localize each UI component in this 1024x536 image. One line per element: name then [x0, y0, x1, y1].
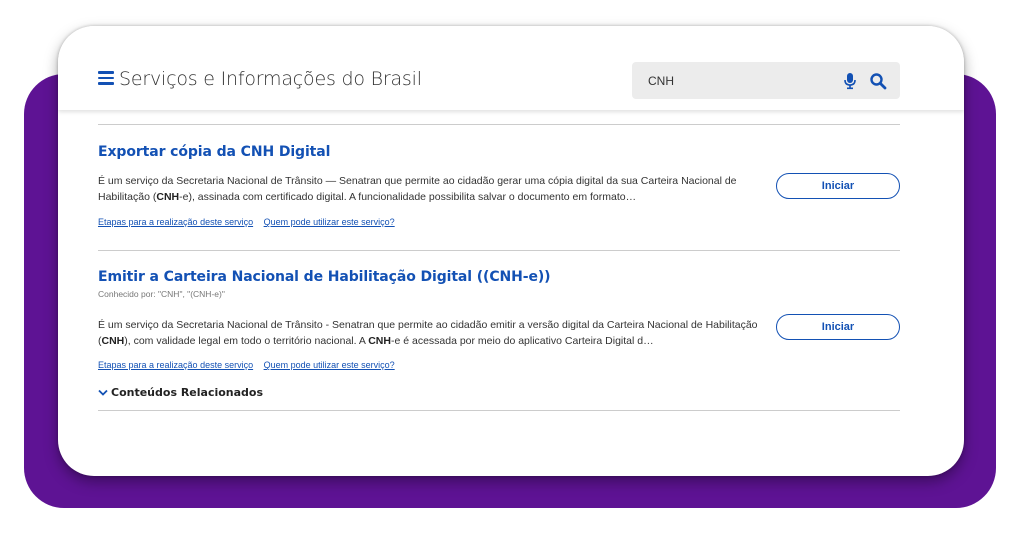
- browser-card: Serviços e Informações do Brasil Exporta…: [58, 26, 964, 476]
- microphone-icon[interactable]: [843, 72, 857, 90]
- result-description: É um serviço da Secretaria Nacional de T…: [98, 175, 737, 203]
- related-content-toggle[interactable]: Conteúdos Relacionados: [98, 386, 263, 399]
- divider: [98, 410, 900, 411]
- known-as-text: Conhecido por: "CNH", "(CNH-e)": [98, 289, 225, 299]
- steps-link[interactable]: Etapas para a realização deste serviço: [98, 217, 253, 227]
- who-can-use-link[interactable]: Quem pode utilizar este serviço?: [264, 217, 395, 227]
- who-can-use-link[interactable]: Quem pode utilizar este serviço?: [264, 360, 395, 370]
- start-button[interactable]: Iniciar: [776, 314, 900, 340]
- steps-link[interactable]: Etapas para a realização deste serviço: [98, 360, 253, 370]
- result-title-link[interactable]: Exportar cópia da CNH Digital: [98, 144, 900, 160]
- related-content-label: Conteúdos Relacionados: [111, 386, 264, 399]
- start-button[interactable]: Iniciar: [776, 173, 900, 199]
- search-box: [632, 62, 900, 99]
- search-icon[interactable]: [869, 72, 887, 90]
- result-title-link[interactable]: Emitir a Carteira Nacional de Habilitaçã…: [98, 269, 900, 285]
- result-item: Exportar cópia da CNH Digital É um servi…: [98, 144, 900, 234]
- result-links: Etapas para a realização deste serviço Q…: [98, 217, 403, 227]
- divider: [98, 124, 900, 125]
- divider: [98, 250, 900, 251]
- site-header: Serviços e Informações do Brasil: [58, 26, 964, 110]
- hamburger-menu-icon[interactable]: [98, 71, 114, 85]
- result-links: Etapas para a realização deste serviço Q…: [98, 360, 403, 370]
- result-item: Emitir a Carteira Nacional de Habilitaçã…: [98, 269, 900, 379]
- site-title[interactable]: Serviços e Informações do Brasil: [119, 68, 422, 90]
- chevron-down-icon: [98, 389, 108, 396]
- search-input[interactable]: [648, 72, 828, 90]
- result-description: É um serviço da Secretaria Nacional de T…: [98, 319, 758, 347]
